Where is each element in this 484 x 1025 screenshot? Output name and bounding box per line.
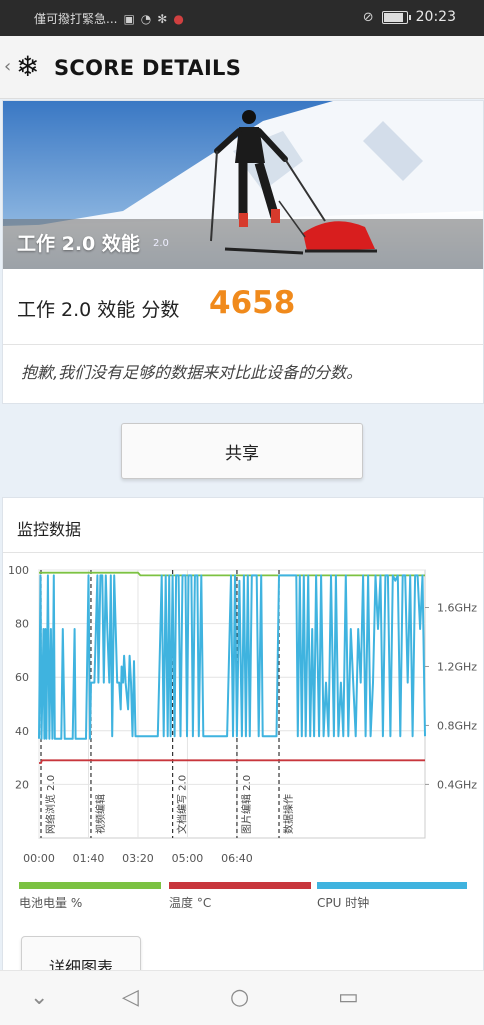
monitoring-chart: 100 80 60 40 20 1.6GHz 1.2GHz 0.8GHz 0.4GHz 00:00… [8, 564, 477, 865]
battery-icon [381, 10, 411, 24]
legend-cpu-label: CPU 时钟 [317, 896, 370, 910]
app-icon: ● [173, 11, 184, 26]
divider [3, 552, 483, 553]
y-tick-label: 40 [15, 725, 29, 738]
y-right-tick-label: 0.8GHz [437, 719, 477, 732]
legend-battery-swatch [19, 882, 161, 889]
score-row: 工作 2.0 效能 分数 4658 [3, 269, 483, 345]
y-right-tick-label: 1.2GHz [437, 660, 477, 673]
status-bar: 僅可撥打緊急... ▣ ◔ ✻ ● ⊘ 20:23 [0, 0, 484, 36]
page-title: SCORE DETAILS [54, 56, 242, 80]
score-value: 4658 [209, 285, 296, 321]
back-triangle-icon[interactable]: ◁ [122, 985, 139, 1010]
y-right-tick-label: 1.6GHz [437, 602, 477, 615]
share-button[interactable]: 共享 [121, 423, 363, 479]
comparison-note: 抱歉,我们没有足够的数据来对比此设备的分数。 [21, 363, 363, 382]
x-tick-label: 06:40 [221, 852, 253, 865]
snowflake-icon: ✻ [157, 11, 168, 26]
legend-battery-label: 电池电量 % [19, 896, 83, 910]
chevron-down-icon[interactable]: ⌄ [30, 985, 48, 1010]
x-tick-label: 03:20 [122, 852, 154, 865]
section-label: 视频编辑 [94, 794, 107, 834]
section-label: 网络浏览 2.0 [44, 775, 57, 834]
system-nav-bar: ⌄ ◁ ○ ▭ [0, 970, 484, 1025]
hero-version: 2.0 [153, 238, 169, 249]
home-circle-icon[interactable]: ○ [230, 985, 249, 1010]
mute-icon: ⊘ [362, 9, 374, 25]
y-right-tick-label: 0.4GHz [437, 778, 477, 791]
hero-label: 工作 2.0 效能 [17, 233, 140, 255]
hero-image: 工作 2.0 效能 2.0 [3, 101, 483, 269]
chevron-left-icon[interactable]: ‹ [4, 56, 11, 77]
sim-alert-icon: ▣ [123, 11, 135, 26]
score-label: 工作 2.0 效能 分数 [17, 299, 180, 321]
monitoring-title: 监控数据 [17, 520, 82, 539]
carrier-text: 僅可撥打緊急... [34, 12, 118, 26]
x-tick-label: 01:40 [73, 852, 105, 865]
y-tick-label: 100 [8, 564, 29, 577]
y-tick-label: 60 [15, 671, 29, 684]
section-label: 图片编辑 2.0 [240, 775, 253, 834]
app-bar: ‹ ❄ SCORE DETAILS [0, 36, 484, 99]
section-label: 文档编写 2.0 [176, 775, 189, 834]
legend-temperature: 温度 °C [169, 882, 311, 911]
x-tick-label: 00:00 [23, 852, 55, 865]
x-tick-label: 05:00 [172, 852, 204, 865]
legend-cpu: CPU 时钟 [317, 882, 467, 911]
score-card: 工作 2.0 效能 2.0 工作 2.0 效能 分数 4658 抱歉,我们没有足… [2, 100, 484, 404]
y-tick-label: 20 [15, 778, 29, 791]
y-tick-label: 80 [15, 618, 29, 631]
monitoring-card: 监控数据 100 80 60 40 20 1.6GHz 1.2GHz 0.8GHz 0.4GHz… [2, 497, 484, 984]
legend-cpu-swatch [317, 882, 467, 889]
share-button-label: 共享 [225, 444, 259, 464]
legend-temperature-label: 温度 °C [169, 896, 212, 910]
legend-battery: 电池电量 % [19, 882, 161, 911]
wifi-icon: ◔ [140, 11, 152, 26]
clock: 20:23 [415, 9, 456, 25]
snowflake-logo-icon[interactable]: ❄ [16, 52, 46, 82]
section-label: 数据操作 [282, 794, 295, 834]
recents-square-icon[interactable]: ▭ [338, 985, 359, 1010]
legend-temperature-swatch [169, 882, 311, 889]
